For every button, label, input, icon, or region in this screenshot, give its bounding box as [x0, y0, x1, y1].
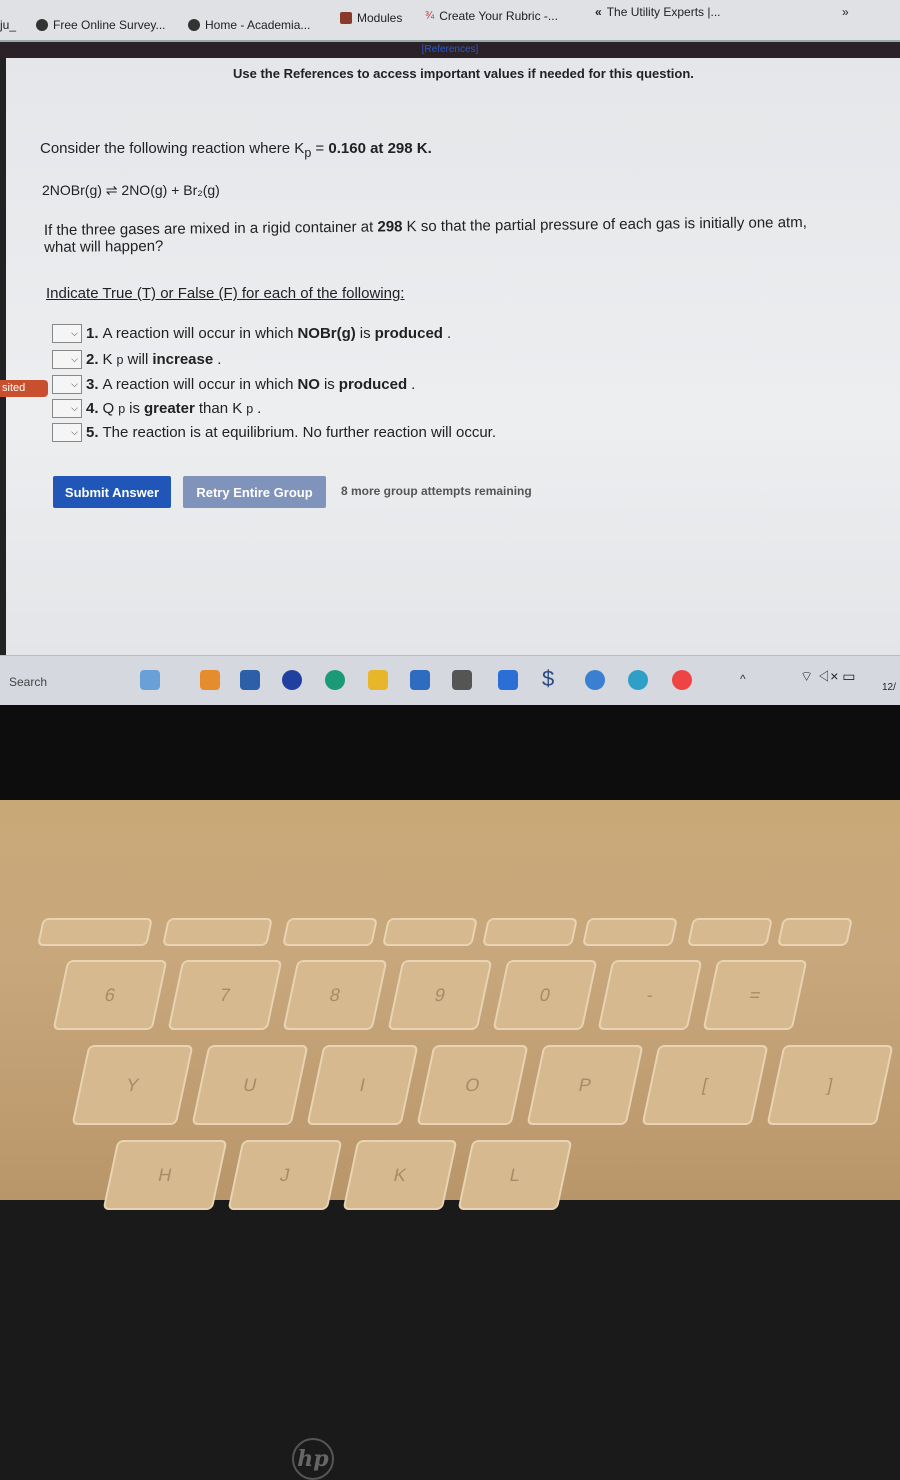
statement-3: ⌵ 3. A reaction will occur in which NO is… — [52, 375, 415, 394]
statement-5: ⌵ 5. The reaction is at equilibrium. No f… — [52, 423, 496, 442]
key — [482, 918, 578, 946]
key — [37, 918, 153, 946]
folder-icon[interactable] — [368, 670, 388, 690]
bookmarks-bar: ju_ Free Online Survey... Home - Academi… — [0, 0, 900, 42]
key: I — [306, 1045, 419, 1125]
key: - — [597, 960, 703, 1030]
statement-4: ⌵ 4. Qp is greater than Kp. — [52, 399, 261, 418]
laptop-bezel: hp — [0, 705, 900, 1480]
bookmark-label: Free Online Survey... — [53, 18, 166, 32]
bookmark-free-online-survey[interactable]: Free Online Survey... — [36, 18, 166, 32]
statement-2: ⌵ 2. Kp will increase. — [52, 350, 221, 369]
left-sidebar-edge — [0, 58, 6, 658]
lock-icon — [340, 12, 352, 24]
tf-select-3[interactable]: ⌵ — [52, 375, 82, 394]
key — [582, 918, 678, 946]
key: = — [702, 960, 808, 1030]
references-note: Use the References to access important v… — [233, 66, 694, 81]
utility-icon: « — [595, 5, 602, 19]
teams-icon[interactable] — [628, 670, 648, 690]
tf-select-4[interactable]: ⌵ — [52, 399, 82, 418]
key — [382, 918, 478, 946]
bookmark-ju[interactable]: ju_ — [0, 18, 16, 32]
key: O — [416, 1045, 529, 1125]
dollar-icon[interactable]: $ — [542, 666, 554, 692]
question-intro: Consider the following reaction where Kp… — [40, 140, 432, 160]
bookmark-label: Modules — [357, 11, 403, 25]
zoom-icon[interactable] — [282, 670, 302, 690]
tf-select-5[interactable]: ⌵ — [52, 423, 82, 442]
reaction-equation: 2NOBr(g) ⇌ 2NO(g) + Br₂(g) — [42, 182, 220, 198]
rubric-icon: ¾ — [425, 10, 435, 22]
bookmark-utility-experts[interactable]: « The Utility Experts |... — [595, 5, 721, 19]
hp-logo: hp — [292, 1438, 334, 1480]
file-icon[interactable] — [240, 670, 260, 690]
globe-icon[interactable] — [585, 670, 605, 690]
statement-1: ⌵ 1. A reaction will occur in which NOBr(… — [52, 324, 451, 343]
key — [282, 918, 378, 946]
tray-chevron-icon[interactable]: ^ — [740, 672, 746, 686]
key — [777, 918, 853, 946]
key — [687, 918, 773, 946]
tf-select-2[interactable]: ⌵ — [52, 350, 82, 369]
bookmark-label: ju_ — [0, 18, 17, 32]
retry-group-button[interactable]: Retry Entire Group — [183, 476, 326, 508]
sidebar-badge[interactable]: sited — [0, 380, 48, 397]
mail-icon[interactable] — [410, 670, 430, 690]
key: P — [526, 1045, 644, 1125]
taskbar-search[interactable]: Search — [9, 675, 47, 689]
taskbar: Search $ ^ ⌔ ◁× ▭ 12/ — [0, 655, 900, 705]
key: 8 — [282, 960, 388, 1030]
question-body: If the three gases are mixed in a rigid … — [43, 214, 807, 256]
key: 6 — [52, 960, 168, 1030]
bookmark-modules[interactable]: Modules — [340, 11, 402, 25]
edge-icon[interactable] — [325, 670, 345, 690]
bookmark-label: The Utility Experts |... — [606, 5, 721, 19]
bookmark-academia[interactable]: Home - Academia... — [188, 18, 310, 32]
chrome-icon[interactable] — [672, 670, 692, 690]
laptop-keyboard: 6 7 8 9 0 - = Y U I O P [ ] H J K L — [0, 800, 900, 1210]
store-icon[interactable] — [452, 670, 472, 690]
references-bar: [References] — [0, 42, 900, 58]
key: ] — [766, 1045, 894, 1125]
wifi-volume-battery-icons[interactable]: ⌔ ◁× ▭ — [800, 668, 856, 686]
references-link[interactable]: [References] — [422, 44, 479, 55]
bookmark-rubric[interactable]: ¾ Create Your Rubric -... — [425, 9, 558, 23]
browser-screen: ju_ Free Online Survey... Home - Academi… — [0, 0, 900, 705]
bookmark-label: » — [842, 5, 849, 19]
key: Y — [71, 1045, 194, 1125]
tf-select-1[interactable]: ⌵ — [52, 324, 82, 343]
bookmark-label: Create Your Rubric -... — [439, 9, 558, 23]
key: 9 — [387, 960, 493, 1030]
key: [ — [641, 1045, 769, 1125]
clock[interactable]: 12/ — [882, 682, 896, 693]
key: 0 — [492, 960, 598, 1030]
key — [162, 918, 273, 946]
attempts-remaining: 8 more group attempts remaining — [341, 484, 532, 498]
key: 7 — [167, 960, 283, 1030]
instruction: Indicate True (T) or False (F) for each … — [46, 285, 405, 302]
key: U — [191, 1045, 309, 1125]
academia-icon — [188, 19, 200, 31]
submit-answer-button[interactable]: Submit Answer — [53, 476, 171, 508]
bookmark-label: Home - Academia... — [205, 18, 311, 32]
app-icon[interactable] — [200, 670, 220, 690]
widgets-icon[interactable] — [140, 670, 160, 690]
survey-icon — [36, 19, 48, 31]
dropbox-icon[interactable] — [498, 670, 518, 690]
more-bookmarks-button[interactable]: » — [842, 5, 849, 19]
